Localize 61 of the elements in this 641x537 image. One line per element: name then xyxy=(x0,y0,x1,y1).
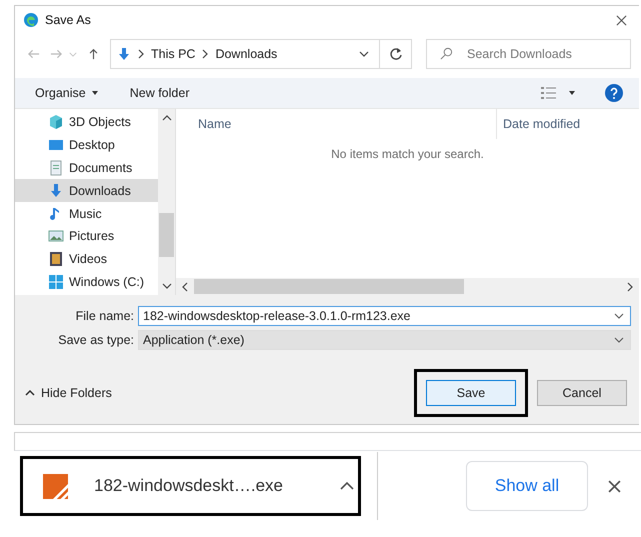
new-folder-button[interactable]: New folder xyxy=(130,86,190,100)
caret-icon[interactable] xyxy=(92,91,98,95)
sidebar-item[interactable]: 3D Objects xyxy=(15,111,158,134)
horizontal-scrollbar[interactable] xyxy=(176,278,639,295)
hide-folders-button[interactable]: Hide Folders xyxy=(25,386,112,400)
search-field[interactable]: Search Downloads xyxy=(426,39,631,69)
sidebar-item[interactable]: Music xyxy=(15,202,158,225)
close-icon[interactable] xyxy=(616,14,627,26)
sidebar-item[interactable]: Downloads xyxy=(15,179,158,202)
download-arrow-icon xyxy=(48,182,64,199)
file-type-dropdown[interactable]: Application (*.exe) xyxy=(138,330,631,350)
scroll-left-icon[interactable] xyxy=(182,282,188,292)
cancel-button[interactable]: Cancel xyxy=(537,380,627,406)
empty-message: No items match your search. xyxy=(330,147,485,163)
up-arrow-icon[interactable] xyxy=(87,48,100,60)
sidebar-item[interactable]: Desktop xyxy=(15,134,158,157)
address-bar[interactable]: This PC Downloads xyxy=(110,39,380,69)
chevron-down-icon[interactable] xyxy=(614,337,624,343)
sidebar-item[interactable]: Documents xyxy=(15,156,158,180)
file-icon xyxy=(43,474,68,498)
vertical-scrollbar[interactable] xyxy=(158,109,175,295)
scrollbar-thumb[interactable] xyxy=(194,279,464,294)
refresh-icon xyxy=(388,47,402,61)
sidebar-item[interactable]: Windows (C:) xyxy=(15,270,158,294)
picture-icon xyxy=(48,228,64,244)
chevron-up-icon xyxy=(25,390,35,396)
organise-menu[interactable]: Organise xyxy=(35,86,86,100)
column-header[interactable]: Name xyxy=(176,117,496,131)
film-icon xyxy=(48,251,64,268)
sidebar-item[interactable]: Videos xyxy=(15,248,158,271)
scroll-down-icon[interactable] xyxy=(162,283,172,289)
browser-logo-icon xyxy=(23,12,39,28)
chevron-right-icon xyxy=(202,49,208,59)
help-icon[interactable] xyxy=(605,84,623,102)
download-item[interactable]: 182-windowsdeskt….exe xyxy=(23,474,354,498)
sidebar-item[interactable]: Pictures xyxy=(15,224,158,248)
caret-icon[interactable] xyxy=(569,91,575,95)
chevron-down-icon[interactable] xyxy=(359,51,369,57)
search-icon xyxy=(440,47,453,60)
breadcrumb-item[interactable]: This PC xyxy=(151,47,196,61)
scrollbar-thumb[interactable] xyxy=(159,213,174,257)
scroll-up-icon[interactable] xyxy=(162,115,172,121)
refresh-button[interactable] xyxy=(380,39,412,69)
chevron-down-icon[interactable] xyxy=(614,313,624,319)
file-name-field[interactable]: 182-windowsdesktop-release-3.0.1.0-rm123.exe xyxy=(138,306,631,326)
field-label: File name: xyxy=(74,309,135,323)
document-icon xyxy=(48,160,64,176)
show-all-button[interactable]: Show all xyxy=(466,461,588,511)
breadcrumb-item[interactable]: Downloads xyxy=(215,47,278,61)
cube-icon xyxy=(48,114,64,130)
scroll-right-icon[interactable] xyxy=(627,282,633,292)
window-title: Save As xyxy=(45,13,91,27)
caret-up-icon[interactable] xyxy=(340,482,354,490)
close-icon[interactable] xyxy=(608,480,621,492)
download-arrow-icon xyxy=(117,47,131,61)
chevron-right-icon xyxy=(138,49,144,59)
drive-icon xyxy=(48,274,64,290)
view-list-icon[interactable] xyxy=(541,86,557,100)
field-label: Save as type: xyxy=(57,333,135,347)
save-button[interactable]: Save xyxy=(426,380,516,406)
column-header[interactable]: Date modified xyxy=(496,109,580,139)
